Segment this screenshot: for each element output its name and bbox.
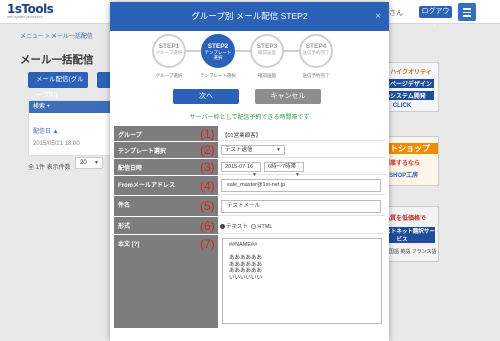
time-select[interactable]: 6時〜7時帯 ▼	[264, 162, 304, 178]
annotation-number: (3)	[200, 160, 215, 174]
field-cell: 【01営業顧客】	[218, 126, 385, 141]
row-from: Fromメールアドレス (4) sale_master@1st-net.jp	[114, 176, 385, 196]
step-3: STEP3 確認画面	[250, 34, 284, 68]
annotation-number: (4)	[200, 179, 215, 193]
logout-button[interactable]: ログアウト	[419, 6, 452, 27]
row-subject: 件名 (5) テストメール	[114, 196, 385, 217]
annotation-number: (1)	[200, 127, 215, 141]
logo-tagline: web system production	[7, 15, 43, 19]
body-textarea[interactable]: ##NAME## ああああああ ああああああ ああああああ いいいいいい	[222, 238, 382, 324]
date-select[interactable]: 2015-07-16 ▼	[221, 162, 261, 178]
group-send-button[interactable]: メール配信(グループ別)	[28, 72, 88, 99]
column-header-date[interactable]: 配信日 ▲	[33, 126, 59, 135]
modal-title: グループ別 メール配信 STEP2	[191, 11, 308, 21]
subject-input[interactable]: テストメール	[221, 200, 381, 213]
step2-modal: グループ別 メール配信 STEP2 × STEP1 グループ選択 STEP2 テ…	[110, 2, 389, 341]
step-sub: 確認画面	[258, 50, 276, 55]
annotation-number: (6)	[200, 219, 215, 233]
hamburger-menu-icon[interactable]	[458, 3, 476, 21]
search-toggle[interactable]: 検索 +	[29, 101, 113, 113]
field-cell: テキスト HTML	[218, 217, 385, 234]
template-select-value: テスト送信	[225, 147, 253, 153]
radio-text[interactable]	[220, 224, 225, 230]
chevron-down-icon: ▼	[276, 147, 281, 153]
format-text-label: テキスト	[226, 224, 248, 230]
step-caption: グループ選択	[155, 73, 183, 78]
step-sub: グループ選択	[155, 50, 183, 55]
field-cell: sale_master@1st-net.jp	[218, 176, 385, 195]
row-format: 形式 (6) テキスト HTML	[114, 217, 385, 235]
step-label: STEP2	[207, 43, 229, 50]
page-size-select[interactable]: 20 ▼	[75, 157, 103, 169]
step-label: STEP4	[305, 43, 327, 50]
schedule-notice[interactable]: サーバー枠として配信予約できる時間帯です	[110, 112, 389, 121]
result-count: 全 1件 表示件数	[28, 165, 71, 171]
logo[interactable]: 1sTools web system production	[7, 3, 69, 21]
row-group: グループ (1) 【01営業顧客】	[114, 126, 385, 142]
group-value: 【01営業顧客】	[222, 133, 262, 139]
format-options: テキスト HTML	[220, 222, 272, 230]
row-body: 本文 [?] (7) ##NAME## ああああああ ああああああ ああああああ…	[114, 235, 385, 329]
step-caption: 送信予約完了	[302, 73, 330, 78]
table-cell-date: 2015/05/21 18:00	[33, 141, 80, 147]
step-connector	[235, 50, 251, 52]
page-title: メール一括配信	[20, 54, 94, 66]
step-label: STEP1	[158, 43, 180, 50]
time-value: 6時〜7時帯	[268, 164, 297, 170]
from-email-input[interactable]: sale_master@1st-net.jp	[221, 179, 381, 192]
next-button[interactable]: 次へ	[173, 89, 239, 104]
step-2-active: STEP2 テンプレート選択	[201, 34, 235, 68]
step-label: STEP3	[256, 43, 278, 50]
step-caption: 確認画面	[258, 73, 276, 78]
annotation-number: (2)	[200, 143, 215, 157]
user-name: さん	[389, 10, 403, 17]
format-html-label: HTML	[257, 224, 273, 230]
step-sub: テンプレート選択	[204, 50, 232, 60]
date-value: 2015-07-16	[225, 164, 254, 170]
step-4: STEP4 送信予約完了	[299, 34, 333, 68]
field-cell: 2015-07-16 ▼ 6時〜7時帯 ▼	[218, 159, 385, 178]
step-connector	[284, 50, 300, 52]
field-cell: テストメール	[218, 196, 385, 216]
search-panel: 検索 + 配信日 ▲ 2015/05/21 18:00	[28, 100, 114, 156]
step-caption: テンプレート選択	[200, 73, 236, 78]
template-select[interactable]: テスト送信 ▼	[221, 145, 285, 155]
chevron-down-icon: ▼	[94, 160, 99, 166]
step-sub: 送信予約完了	[302, 50, 330, 55]
annotation-number: (7)	[200, 237, 215, 251]
field-cell: テスト送信 ▼	[218, 142, 385, 158]
cancel-button[interactable]: キャンセル	[255, 89, 321, 104]
logo-text: 1sTools	[7, 2, 54, 16]
radio-html[interactable]	[251, 224, 257, 230]
annotation-number: (5)	[200, 199, 215, 213]
page-size-value: 20	[80, 160, 87, 166]
close-icon[interactable]: ×	[375, 2, 381, 31]
step-1: STEP1 グループ選択	[152, 34, 186, 68]
breadcrumb[interactable]: メニュー > メール一括配信	[20, 31, 93, 40]
row-datetime: 配信日時 (3) 2015-07-16 ▼ 6時〜7時帯 ▼	[114, 159, 385, 178]
row-template: テンプレート選択 (2) テスト送信 ▼	[114, 142, 385, 159]
step-connector	[186, 50, 202, 52]
modal-header: グループ別 メール配信 STEP2 ×	[110, 2, 389, 31]
